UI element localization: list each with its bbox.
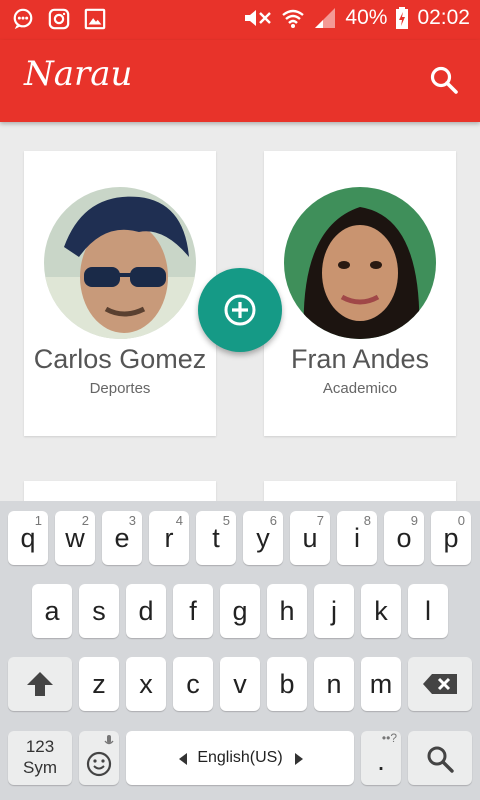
key-k[interactable]: k [361, 584, 401, 638]
key-i[interactable]: 8i [337, 511, 377, 565]
app-bar: Narau [0, 40, 480, 122]
backspace-key[interactable] [408, 657, 472, 711]
backspace-icon [423, 674, 457, 694]
key-c[interactable]: c [173, 657, 213, 711]
app-title: Narau [24, 54, 133, 94]
profile-card[interactable]: Carlos Gomez Deportes [24, 151, 216, 436]
period-key[interactable]: ••? . [361, 731, 401, 785]
profile-category: Deportes [89, 380, 151, 397]
key-g[interactable]: g [220, 584, 260, 638]
battery-charging-icon [396, 7, 409, 29]
add-circle-icon [224, 294, 256, 326]
battery-percent: 40% [345, 6, 388, 29]
key-b[interactable]: b [267, 657, 307, 711]
key-j[interactable]: j [314, 584, 354, 638]
space-key[interactable]: English(US) [126, 731, 354, 785]
key-n[interactable]: n [314, 657, 354, 711]
emoji-key[interactable] [79, 731, 119, 785]
key-u[interactable]: 7u [290, 511, 330, 565]
key-f[interactable]: f [173, 584, 213, 638]
profile-category: Academico [322, 380, 398, 397]
key-q[interactable]: 1q [8, 511, 48, 565]
key-s[interactable]: s [79, 584, 119, 638]
key-w[interactable]: 2w [55, 511, 95, 565]
key-o[interactable]: 9o [384, 511, 424, 565]
keyboard: 1q 2w 3e 4r 5t 6y 7u 8i 9o 0p a s d f g … [0, 501, 480, 800]
microphone-icon [104, 735, 114, 745]
key-p[interactable]: 0p [431, 511, 471, 565]
key-a[interactable]: a [32, 584, 72, 638]
key-h[interactable]: h [267, 584, 307, 638]
key-y[interactable]: 6y [243, 511, 283, 565]
signal-icon [315, 8, 336, 28]
wifi-icon [282, 9, 305, 28]
chevron-right-icon [295, 753, 303, 765]
status-time: 02:02 [417, 6, 470, 29]
symbols-key[interactable]: 123 Sym [8, 731, 72, 785]
avatar [284, 187, 436, 339]
key-l[interactable]: l [408, 584, 448, 638]
key-v[interactable]: v [220, 657, 260, 711]
profile-name: Carlos Gomez [33, 344, 207, 374]
keyboard-language: English(US) [197, 749, 283, 766]
shift-icon [27, 672, 53, 696]
key-r[interactable]: 4r [149, 511, 189, 565]
gallery-icon [84, 8, 106, 30]
key-t[interactable]: 5t [196, 511, 236, 565]
instagram-icon [48, 8, 70, 30]
chat-notification-icon [13, 8, 33, 30]
status-bar: 40% 02:02 [0, 0, 480, 40]
search-key[interactable] [408, 731, 472, 785]
shift-key[interactable] [8, 657, 72, 711]
add-button[interactable] [198, 268, 282, 352]
key-d[interactable]: d [126, 584, 166, 638]
key-x[interactable]: x [126, 657, 166, 711]
avatar [44, 187, 196, 339]
search-icon[interactable] [428, 64, 460, 96]
key-m[interactable]: m [361, 657, 401, 711]
profile-name: Fran Andes [290, 344, 430, 374]
mute-icon [245, 10, 272, 26]
profile-card[interactable]: Fran Andes Academico [264, 151, 456, 436]
search-icon [427, 746, 454, 773]
emoji-icon [86, 751, 112, 777]
key-e[interactable]: 3e [102, 511, 142, 565]
key-z[interactable]: z [79, 657, 119, 711]
